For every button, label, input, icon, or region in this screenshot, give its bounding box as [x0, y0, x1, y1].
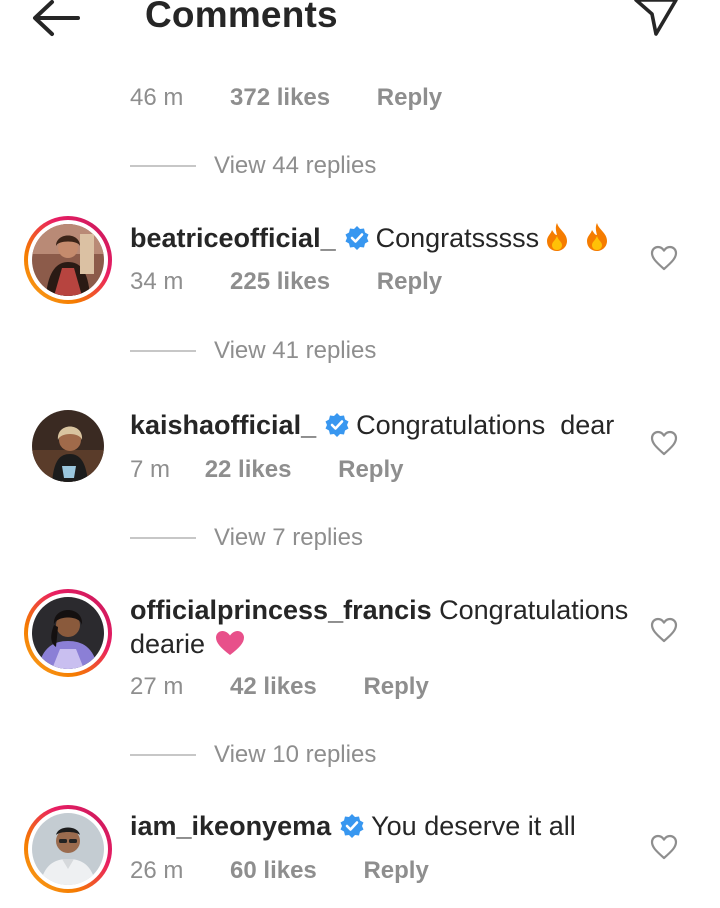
heart-outline-icon: [650, 245, 678, 271]
pink-heart-emoji-icon: [215, 630, 245, 656]
comment-time: 7 m: [130, 456, 171, 483]
comment-body: officialprincess_francis Congratulations…: [130, 593, 630, 661]
view-replies-label: View 44 replies: [214, 152, 377, 179]
comment-meta: 7 m 22 likes Reply: [130, 456, 403, 484]
divider-line: [130, 537, 196, 539]
comment-meta: 34 m 225 likes Reply: [130, 268, 442, 296]
avatar[interactable]: [24, 805, 112, 893]
comment-time: 46 m: [130, 84, 184, 111]
fire-emoji-icon: [543, 222, 571, 252]
avatar-photo: [32, 813, 104, 885]
arrow-left-icon: [33, 0, 80, 36]
comment-text: Congratsssss: [375, 223, 540, 253]
avatar-photo: [32, 224, 104, 296]
top-bar: Comments: [0, 0, 720, 44]
reply-button[interactable]: Reply: [377, 84, 442, 112]
comment-time: 27 m: [130, 673, 184, 700]
comment-time: 26 m: [130, 857, 184, 884]
comment-username[interactable]: beatriceofficial_: [130, 223, 336, 253]
comment-text: Congratulations dear: [356, 410, 615, 440]
reply-button[interactable]: Reply: [363, 673, 428, 701]
reply-button[interactable]: Reply: [338, 456, 403, 484]
fire-emoji-icon: [583, 222, 611, 252]
verified-badge-icon: [344, 225, 370, 251]
comment-username[interactable]: iam_ikeonyema: [130, 811, 331, 841]
avatar[interactable]: [24, 216, 112, 304]
heart-outline-icon: [650, 834, 678, 860]
comment-text: You deserve it all: [371, 811, 576, 841]
comment-time: 34 m: [130, 268, 184, 295]
divider-line: [130, 754, 196, 756]
heart-outline-icon: [650, 617, 678, 643]
comment-body: beatriceofficial_ Congratsssss: [130, 221, 630, 255]
view-replies-button[interactable]: View 10 replies: [130, 740, 376, 770]
back-button[interactable]: [28, 0, 84, 40]
reply-button[interactable]: Reply: [363, 857, 428, 885]
view-replies-button[interactable]: View 44 replies: [130, 151, 376, 181]
comment-likes[interactable]: 42 likes: [230, 673, 317, 701]
comment-likes[interactable]: 22 likes: [205, 456, 292, 484]
view-replies-label: View 41 replies: [214, 337, 377, 364]
view-replies-button[interactable]: View 41 replies: [130, 336, 376, 366]
comment-meta: 26 m 60 likes Reply: [130, 857, 429, 885]
comment-username[interactable]: kaishaofficial_: [130, 410, 316, 440]
like-button[interactable]: [650, 430, 678, 456]
paper-plane-icon: [634, 0, 678, 36]
view-replies-label: View 10 replies: [214, 741, 377, 768]
divider-line: [130, 350, 196, 352]
page-title: Comments: [145, 0, 338, 35]
view-replies-label: View 7 replies: [214, 524, 363, 551]
verified-badge-icon: [339, 813, 365, 839]
heart-outline-icon: [650, 430, 678, 456]
avatar-photo: [32, 410, 104, 482]
comment-likes[interactable]: 225 likes: [230, 268, 330, 296]
comment-body: iam_ikeonyema You deserve it all: [130, 809, 630, 843]
avatar[interactable]: [32, 410, 104, 482]
avatar[interactable]: [24, 589, 112, 677]
comment-likes[interactable]: 60 likes: [230, 857, 317, 885]
like-button[interactable]: [650, 834, 678, 860]
comment-meta: 27 m 42 likes Reply: [130, 673, 429, 701]
reply-button[interactable]: Reply: [377, 268, 442, 296]
comment-likes[interactable]: 372 likes: [230, 84, 330, 112]
view-replies-button[interactable]: View 7 replies: [130, 523, 363, 553]
comment-username[interactable]: officialprincess_francis: [130, 595, 432, 625]
divider-line: [130, 165, 196, 167]
comment-meta: 46 m 372 likes Reply: [130, 84, 442, 112]
comment-body: kaishaofficial_ Congratulations dear: [130, 408, 630, 442]
like-button[interactable]: [650, 617, 678, 643]
verified-badge-icon: [324, 412, 350, 438]
share-button[interactable]: [630, 0, 682, 42]
avatar-photo: [32, 597, 104, 669]
like-button[interactable]: [650, 245, 678, 271]
